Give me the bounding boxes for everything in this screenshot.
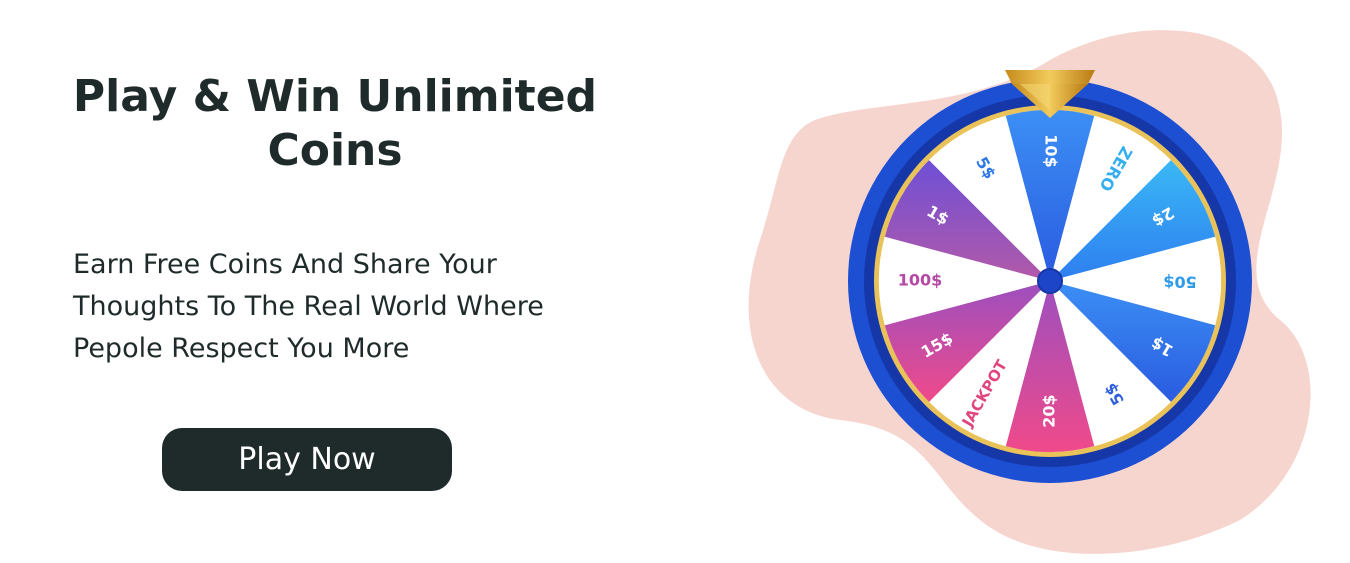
segment-label: 100$	[898, 271, 943, 290]
play-now-button[interactable]: Play Now	[162, 428, 452, 491]
hero-description: Earn Free Coins And Share Your Thoughts …	[73, 249, 544, 364]
spin-wheel-illustration[interactable]: 10$ ZERO 2$ 50$ 1$ 5$ 20$ JACKPOT 15$ 10…	[720, 0, 1350, 563]
wheel[interactable]: 10$ ZERO 2$ 50$ 1$ 5$ 20$ JACKPOT 15$ 10…	[848, 79, 1252, 483]
wheel-hub	[1037, 268, 1063, 294]
hero-section: Play & Win Unlimited Coins Earn Free Coi…	[40, 70, 630, 370]
segment-label: 10$	[1042, 134, 1061, 167]
segment-label: 50$	[1163, 273, 1196, 292]
segment-label: 20$	[1040, 394, 1059, 427]
hero-title: Play & Win Unlimited Coins	[72, 71, 598, 176]
